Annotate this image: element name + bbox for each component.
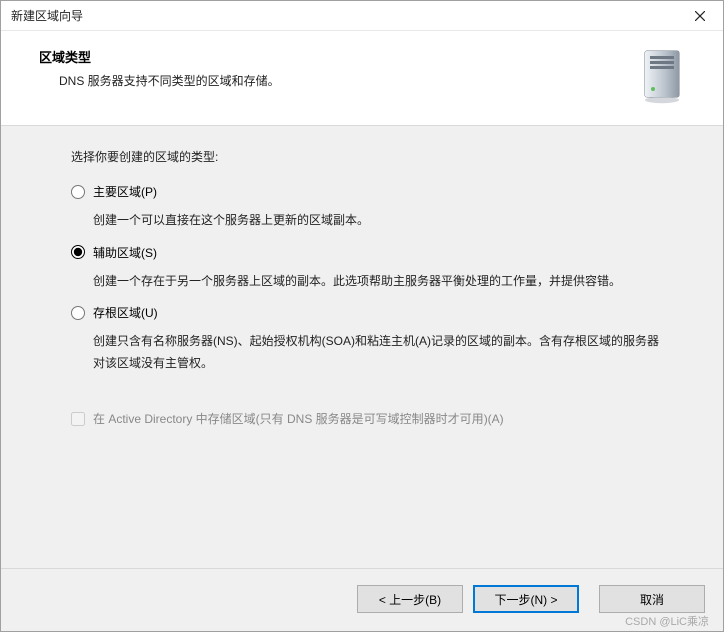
- header-subtitle: DNS 服务器支持不同类型的区域和存储。: [59, 72, 639, 89]
- back-button[interactable]: < 上一步(B): [357, 585, 463, 613]
- zone-type-group: 主要区域(P) 创建一个可以直接在这个服务器上更新的区域副本。 辅助区域(S) …: [71, 183, 669, 386]
- header-text: 区域类型 DNS 服务器支持不同类型的区域和存储。: [39, 47, 639, 89]
- radio-row-primary[interactable]: 主要区域(P): [71, 183, 669, 200]
- radio-desc-stub: 创建只含有名称服务器(NS)、起始授权机构(SOA)和粘连主机(A)记录的区域的…: [93, 331, 669, 374]
- watermark: CSDN @LiC乘凉: [625, 613, 709, 629]
- window-title: 新建区域向导: [11, 7, 83, 24]
- ad-store-checkbox-row: 在 Active Directory 中存储区域(只有 DNS 服务器是可写域控…: [71, 410, 669, 427]
- wizard-header: 区域类型 DNS 服务器支持不同类型的区域和存储。: [1, 31, 723, 125]
- header-title: 区域类型: [39, 47, 639, 66]
- content-prompt: 选择你要创建的区域的类型:: [71, 148, 669, 165]
- radio-label-stub: 存根区域(U): [93, 304, 158, 321]
- wizard-content: 选择你要创建的区域的类型: 主要区域(P) 创建一个可以直接在这个服务器上更新的…: [1, 126, 723, 568]
- radio-primary[interactable]: [71, 185, 85, 199]
- radio-row-secondary[interactable]: 辅助区域(S): [71, 244, 669, 261]
- radio-desc-primary: 创建一个可以直接在这个服务器上更新的区域副本。: [93, 210, 669, 232]
- radio-secondary[interactable]: [71, 245, 85, 259]
- wizard-dialog: 新建区域向导 区域类型 DNS 服务器支持不同类型的区域和存储。: [0, 0, 724, 632]
- next-button[interactable]: 下一步(N) >: [473, 585, 579, 613]
- radio-item-secondary: 辅助区域(S) 创建一个存在于另一个服务器上区域的副本。此选项帮助主服务器平衡处…: [71, 244, 669, 293]
- server-icon: [639, 49, 685, 105]
- cancel-button[interactable]: 取消: [599, 585, 705, 613]
- radio-label-primary: 主要区域(P): [93, 183, 157, 200]
- titlebar: 新建区域向导: [1, 1, 723, 31]
- radio-item-stub: 存根区域(U) 创建只含有名称服务器(NS)、起始授权机构(SOA)和粘连主机(…: [71, 304, 669, 374]
- ad-store-label: 在 Active Directory 中存储区域(只有 DNS 服务器是可写域控…: [93, 410, 504, 427]
- ad-store-checkbox: [71, 412, 85, 426]
- radio-row-stub[interactable]: 存根区域(U): [71, 304, 669, 321]
- radio-desc-secondary: 创建一个存在于另一个服务器上区域的副本。此选项帮助主服务器平衡处理的工作量，并提…: [93, 271, 669, 293]
- close-button[interactable]: [677, 1, 723, 31]
- wizard-footer: < 上一步(B) 下一步(N) > 取消 CSDN @LiC乘凉: [1, 568, 723, 631]
- radio-stub[interactable]: [71, 306, 85, 320]
- radio-label-secondary: 辅助区域(S): [93, 244, 157, 261]
- close-icon: [695, 11, 705, 21]
- radio-item-primary: 主要区域(P) 创建一个可以直接在这个服务器上更新的区域副本。: [71, 183, 669, 232]
